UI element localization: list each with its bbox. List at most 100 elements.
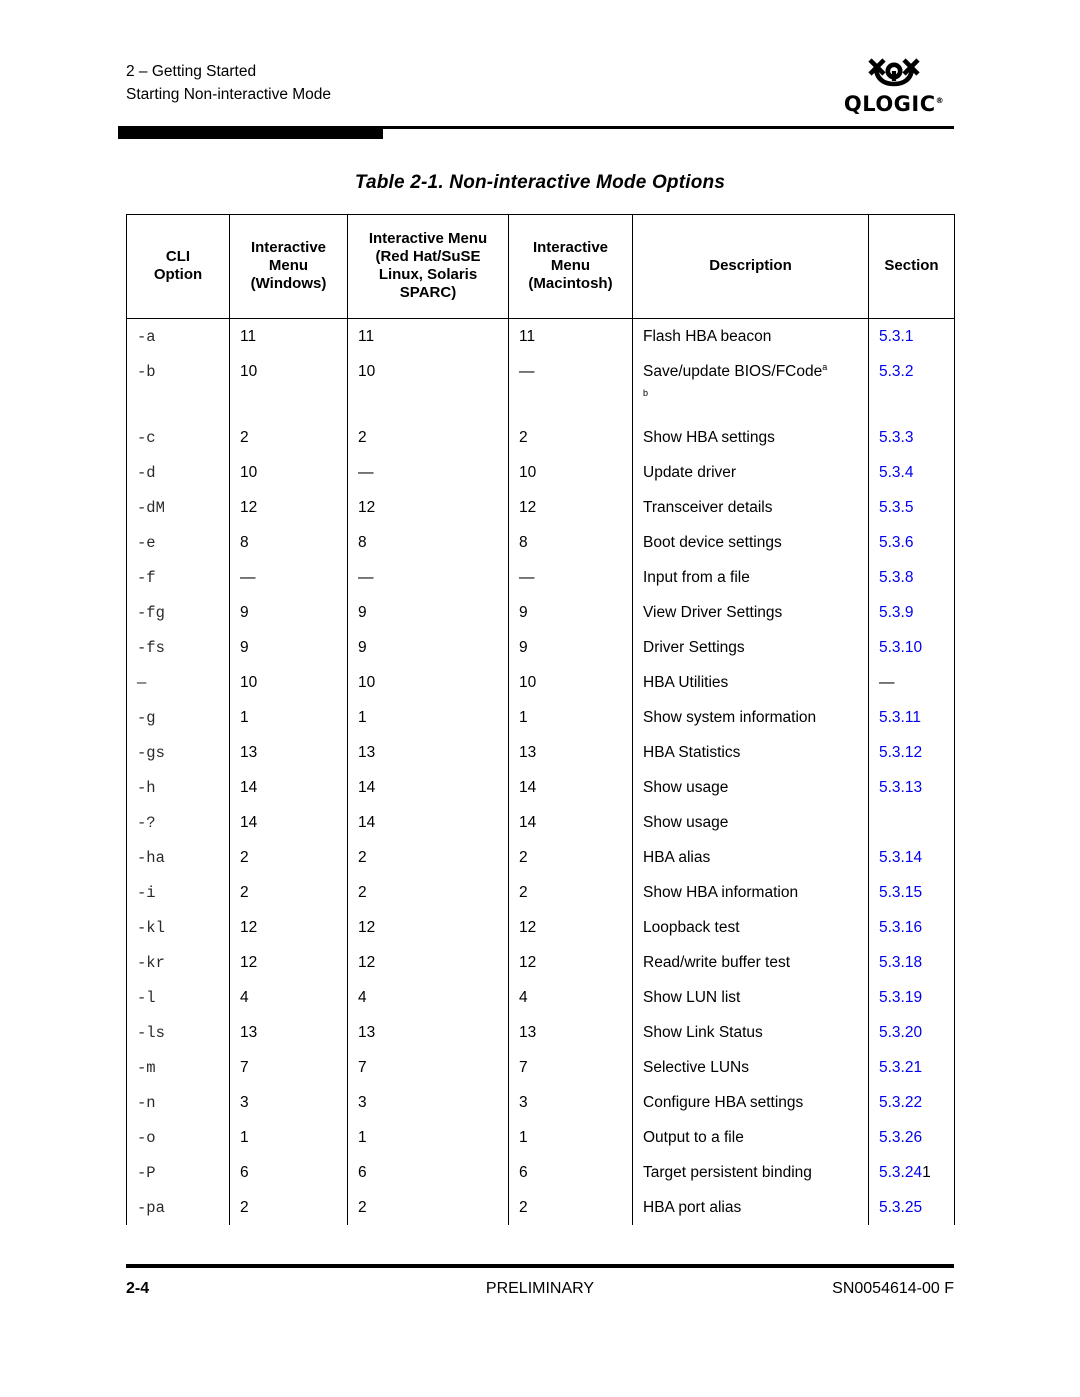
cell-description-text: Configure HBA settings [643,1093,804,1111]
cell-menu-macintosh: 6 [508,1155,633,1190]
cell-menu-linux-text: 2 [358,883,367,901]
cell-description: Loopback test [632,910,869,945]
cell-menu-linux-text: 14 [358,778,376,796]
table-row: -ls 13 13 13 Show Link Status 5.3.20 [126,1015,955,1050]
cell-menu-windows: 2 [229,420,348,455]
cell-menu-windows: 1 [229,1120,348,1155]
cell-cli-option: -ha [126,840,230,875]
cell-description: Show Link Status [632,1015,869,1050]
cell-menu-macintosh-text: 2 [519,1198,528,1216]
cell-menu-windows-text: 8 [240,533,249,551]
table-row: -e 8 8 8 Boot device settings 5.3.6 [126,525,955,560]
cell-description-text: View Driver Settings [643,603,783,621]
cell-description-text: Boot device settings [643,533,782,551]
cell-menu-macintosh: 11 [508,318,633,354]
cell-description: Target persistent binding [632,1155,869,1190]
cell-description: Configure HBA settings [632,1085,869,1120]
cell-menu-macintosh: 14 [508,770,633,805]
column-header-description: Description [632,214,869,319]
non-interactive-mode-options-table: CLI Option Interactive Menu (Windows) In… [126,214,955,1225]
cell-cli-option-text: -e [137,533,156,552]
header-chapter: 2 – Getting Started [126,63,257,80]
cell-description: Show HBA settings [632,420,869,455]
cell-menu-windows: 9 [229,630,348,665]
cell-description: Input from a file [632,560,869,595]
cell-menu-windows: 11 [229,318,348,354]
cell-menu-windows-text: 9 [240,638,249,656]
cell-cli-option-text: -o [137,1128,156,1147]
table-row: -f — — — Input from a file 5.3.8 [126,560,955,595]
footnote-marker-a: a [822,361,828,372]
cell-menu-windows: 12 [229,945,348,980]
cell-description: Output to a file [632,1120,869,1155]
cell-menu-macintosh-text: 2 [519,883,528,901]
cell-menu-macintosh-text: 2 [519,848,528,866]
cell-menu-windows-text: 2 [240,883,249,901]
cell-menu-windows-text: 1 [240,708,249,726]
cell-menu-macintosh: 4 [508,980,633,1015]
cell-menu-windows: 2 [229,875,348,910]
table-row: -kl 12 12 12 Loopback test 5.3.16 [126,910,955,945]
cell-section-text: 5.3.5 [879,498,914,516]
cell-menu-linux: 3 [347,1085,509,1120]
cell-cli-option: -P [126,1155,230,1190]
cell-description: View Driver Settings [632,595,869,630]
cell-menu-linux-text: — [358,568,374,586]
cell-menu-macintosh-text: 2 [519,428,528,446]
cell-menu-macintosh-text: 12 [519,953,537,971]
cell-description: Save/update BIOS/FCodea b [632,354,869,420]
cell-description-text: Selective LUNs [643,1058,749,1076]
cli-header-line2: Option [153,266,203,283]
cell-cli-option: -fg [126,595,230,630]
table-header: CLI Option Interactive Menu (Windows) In… [126,214,955,319]
linux-header-line1: Interactive Menu [368,230,488,247]
cell-menu-macintosh-text: 10 [519,673,537,691]
cell-cli-option: -i [126,875,230,910]
cell-menu-linux-text: 10 [358,673,376,691]
cell-menu-linux-text: 10 [358,363,376,380]
cell-menu-linux-text: 9 [358,638,367,656]
cell-cli-option-text: -gs [137,743,165,762]
table-row: -n 3 3 3 Configure HBA settings 5.3.22 [126,1085,955,1120]
cell-description: Show LUN list [632,980,869,1015]
cell-section: 5.3.20 [868,1015,955,1050]
cell-menu-linux: 4 [347,980,509,1015]
table-row: -m 7 7 7 Selective LUNs 5.3.21 [126,1050,955,1085]
cell-description-text: Show system information [643,708,817,726]
cell-menu-macintosh-text: 9 [519,603,528,621]
cell-menu-linux: 14 [347,770,509,805]
cell-description: Boot device settings [632,525,869,560]
table-row: -h 14 14 14 Show usage 5.3.13 [126,770,955,805]
footer-document-id: SN0054614-00 F [832,1280,954,1297]
cell-cli-option-text: -dM [137,498,165,517]
cell-menu-macintosh: 2 [508,1190,633,1225]
cell-menu-linux-text: 1 [358,708,367,726]
cell-section-text: 5.3.26 [879,1128,923,1146]
cell-menu-windows-text: 12 [240,953,258,971]
cell-cli-option-text: -a [137,327,156,346]
cell-description-text: Show HBA settings [643,428,775,446]
cell-description-text: Show HBA information [643,883,799,901]
cell-cli-option: -gs [126,735,230,770]
cell-cli-option: -f [126,560,230,595]
cell-menu-windows-text: — [240,568,256,586]
cell-menu-linux-text: 2 [358,848,367,866]
cell-section: 5.3.241 [868,1155,955,1190]
cell-menu-macintosh: 2 [508,420,633,455]
cell-menu-linux: — [347,455,509,490]
cell-menu-windows-text: 2 [240,848,249,866]
cell-section-text: 5.3.10 [879,638,923,656]
cell-menu-macintosh: 9 [508,630,633,665]
cell-cli-option: -a [126,318,230,354]
cell-menu-linux: 1 [347,700,509,735]
cell-menu-windows-text: 12 [240,498,258,516]
cell-cli-option-text: -d [137,463,156,482]
cell-menu-linux-text: 3 [358,1093,367,1111]
table-row: -dM 12 12 12 Transceiver details 5.3.5 [126,490,955,525]
linux-header-line2: (Red Hat/SuSE [375,248,481,265]
cell-menu-macintosh-text: 9 [519,638,528,656]
cell-section-text: 5.3.6 [879,533,914,551]
cell-cli-option: -? [126,805,230,840]
cell-menu-windows: — [229,560,348,595]
cell-cli-option-text: -P [137,1163,156,1182]
